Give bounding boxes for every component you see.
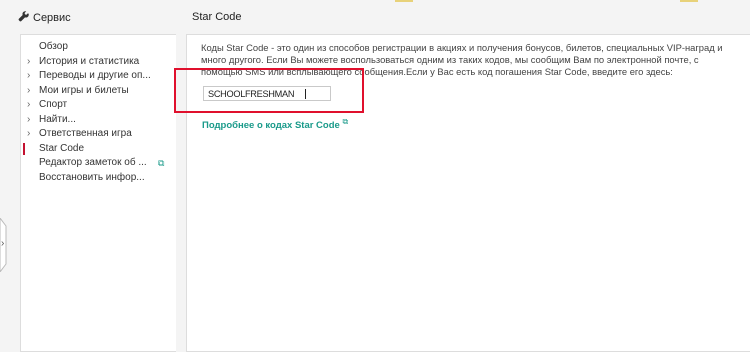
chevron-right-icon: › [27,113,31,125]
highlight-box [174,68,364,113]
more-about-star-code-link[interactable]: Подробнее о кодах Star Code ⧉ [202,117,348,131]
sidebar-list: Обзор › История и статистика › Переводы и др… [21,35,176,185]
sidebar-item-label: Мои игры и билеты [39,84,129,96]
sidebar-item[interactable]: › История и статистика [21,55,176,70]
main-panel: Коды Star Code - это один из способов ре… [174,34,750,352]
external-link-icon: ⧉ [342,117,349,126]
sidebar-item-label: Ответственная игра [39,128,132,139]
sidebar-item-label: Переводы и другие оп... [39,70,151,81]
chevron-right-icon: › [27,84,31,96]
chevron-right-icon: › [1,238,5,249]
sidebar-item-label: Редактор заметок об ... [39,157,147,168]
sidebar-item[interactable]: › Спорт [21,98,176,113]
external-link-icon: ⧉ [158,158,165,168]
top-bar: Сервис Star Code [0,0,750,32]
side-panel-toggle[interactable]: › [0,217,9,273]
sidebar-item-label: Найти... [39,113,76,125]
chevron-right-icon: › [27,55,31,67]
service-label: Сервис [33,12,71,24]
sidebar-item-label: История и статистика [39,55,140,67]
sidebar-item[interactable]: › Переводы и другие оп... [21,69,176,84]
sidebar-item[interactable]: Обзор [21,40,176,55]
sidebar-nav: Обзор › История и статистика › Переводы и др… [20,34,176,352]
sidebar-item-label: Спорт [39,99,68,110]
chevron-right-icon: › [27,128,31,139]
sidebar-item[interactable]: Восстановить инфор... [21,171,176,186]
more-link-label: Подробнее о кодах Star Code [202,120,340,132]
sidebar-item-label: Восстановить инфор... [39,171,145,183]
chevron-right-icon: › [27,70,31,81]
service-menu[interactable]: Сервис [18,11,71,25]
sidebar-item[interactable]: Star Code [21,142,176,157]
sidebar-item-label: Star Code [39,142,85,154]
top-accent-line [395,0,413,2]
sidebar-item[interactable]: Редактор заметок об ... ⧉ [21,156,176,171]
page-title: Star Code [192,11,242,23]
wrench-icon [18,11,29,25]
sidebar-item[interactable]: › Найти... [21,113,176,128]
sidebar-item[interactable]: › Мои игры и билеты [21,84,176,99]
chevron-right-icon: › [27,99,31,110]
sidebar-item-label: Обзор [39,41,68,52]
sidebar-item[interactable]: › Ответственная игра [21,127,176,142]
top-accent-line [680,0,698,2]
